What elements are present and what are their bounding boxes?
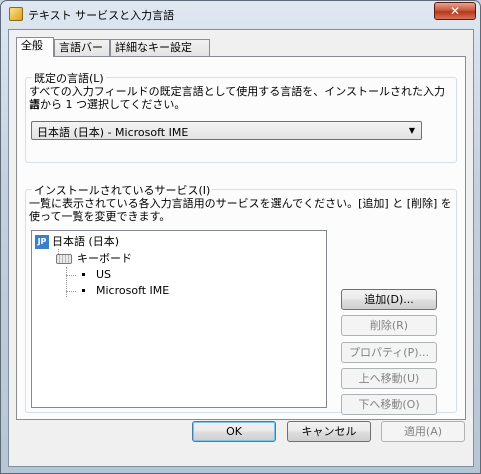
- tree-node-microsoft-ime-label: Microsoft IME: [96, 284, 170, 297]
- installed-services-label: インストールされているサービス(I): [32, 182, 213, 198]
- ok-button[interactable]: OK: [192, 421, 276, 442]
- close-button[interactable]: ✕: [434, 2, 476, 20]
- tree-node-us[interactable]: US: [82, 267, 111, 283]
- tree-node-keyboard[interactable]: キーボード: [56, 251, 132, 267]
- tree-node-us-label: US: [96, 268, 112, 281]
- default-language-label: 既定の言語(L): [32, 70, 106, 86]
- bullet-icon: [82, 289, 85, 292]
- window-title: テキスト サービスと入力言語: [28, 9, 175, 22]
- tab-general-label: 全般: [21, 39, 43, 52]
- installed-services-description-2: 使って一覧を変更できます。: [29, 210, 171, 223]
- tree-connector: [66, 275, 76, 276]
- move-up-button[interactable]: 上へ移動(U): [341, 368, 437, 389]
- tab-advanced-key-settings-label: 詳細なキー設定: [115, 41, 192, 54]
- installed-services-description-1: 一覧に表示されている各入力言語用のサービスを選んでください。[追加] と [削除…: [29, 197, 452, 210]
- tree-connector: [66, 267, 67, 297]
- tree-node-japanese-label: 日本語 (日本): [52, 235, 120, 248]
- tab-language-bar[interactable]: 言語バー: [54, 39, 110, 56]
- remove-button[interactable]: 削除(R): [341, 315, 437, 336]
- dialog-client-area: 全般 言語バー 詳細なキー設定 既定の言語(L) すべての入力フィールドの既定言…: [8, 29, 474, 467]
- default-language-group: 既定の言語(L) すべての入力フィールドの既定言語として使用する言語を、インスト…: [25, 70, 457, 163]
- app-icon: [9, 7, 23, 21]
- installed-services-group: インストールされているサービス(I) 一覧に表示されている各入力言語用のサービス…: [25, 182, 457, 415]
- tab-general[interactable]: 全般: [16, 37, 54, 57]
- tab-panel-general: 既定の言語(L) すべての入力フィールドの既定言語として使用する言語を、インスト…: [16, 56, 466, 420]
- installed-services-tree[interactable]: JP 日本語 (日本) キーボード US Microsoft IME: [31, 230, 327, 408]
- tree-node-microsoft-ime[interactable]: Microsoft IME: [82, 283, 169, 299]
- language-jp-icon: JP: [35, 235, 49, 249]
- cancel-button[interactable]: キャンセル: [287, 421, 371, 442]
- move-down-button[interactable]: 下へ移動(O): [341, 394, 437, 415]
- dropdown-arrow-icon: ▼: [408, 126, 415, 135]
- keyboard-icon: [56, 254, 72, 264]
- add-button[interactable]: 追加(D)...: [341, 289, 437, 310]
- bullet-icon: [82, 273, 85, 276]
- apply-button[interactable]: 適用(A): [381, 421, 465, 442]
- dialog-window: テキスト サービスと入力言語 ✕ 全般 言語バー 詳細なキー設定 既定の言語(L…: [0, 0, 481, 474]
- default-language-selected: 日本語 (日本) - Microsoft IME: [37, 126, 189, 139]
- tab-language-bar-label: 言語バー: [59, 41, 103, 54]
- title-bar[interactable]: テキスト サービスと入力言語 ✕: [1, 1, 480, 29]
- close-icon: ✕: [449, 4, 461, 18]
- tree-node-keyboard-label: キーボード: [77, 252, 132, 265]
- default-language-description-2: 語から 1 つ選択してください。: [29, 98, 186, 111]
- properties-button[interactable]: プロパティ(P)...: [341, 342, 437, 363]
- tab-advanced-key-settings[interactable]: 詳細なキー設定: [110, 39, 210, 56]
- tree-connector: [66, 291, 76, 292]
- default-language-dropdown[interactable]: 日本語 (日本) - Microsoft IME ▼: [31, 121, 422, 140]
- tree-node-japanese[interactable]: JP 日本語 (日本): [35, 234, 119, 250]
